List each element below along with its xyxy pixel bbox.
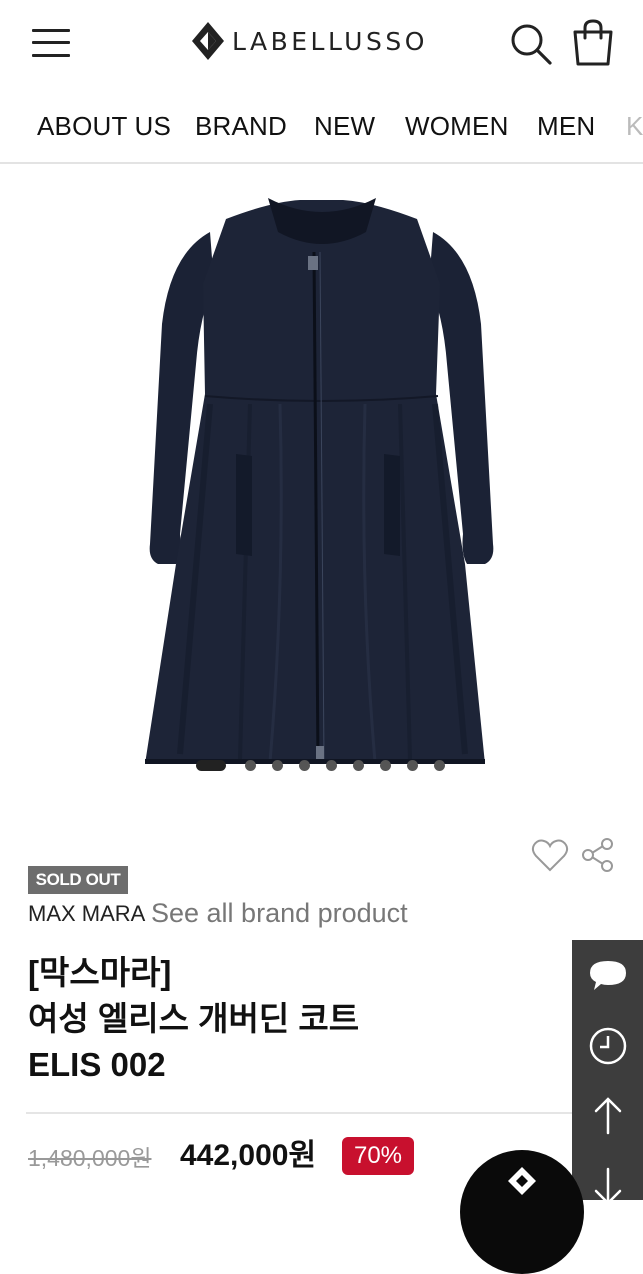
logo-text: LABELLUSSO xyxy=(232,26,428,56)
nav-item-new[interactable]: NEW xyxy=(314,100,375,152)
nav-item-men[interactable]: MEN xyxy=(537,100,595,152)
sold-out-badge: SOLD OUT xyxy=(28,866,128,894)
arrow-up-icon xyxy=(594,1097,622,1135)
product-title-line: ELIS 002 xyxy=(28,1046,166,1083)
site-logo[interactable]: LABELLUSSO xyxy=(190,20,428,62)
logo-diamond-icon xyxy=(508,1167,536,1195)
nav-item-brand[interactable]: BRAND xyxy=(195,100,287,152)
shopping-bag-icon[interactable] xyxy=(570,18,616,68)
nav-item-women[interactable]: WOMEN xyxy=(405,100,509,152)
share-icon[interactable] xyxy=(580,836,616,874)
gallery-dot[interactable] xyxy=(380,760,391,771)
original-price: 1,480,000원 xyxy=(28,1145,152,1171)
gallery-dot[interactable] xyxy=(407,760,418,771)
floating-action-button[interactable] xyxy=(460,1150,584,1274)
discount-badge: 70% xyxy=(342,1137,414,1175)
brand-name: MAX MARA xyxy=(28,901,146,926)
main-nav: ABOUT US BRAND NEW WOMEN MEN K xyxy=(0,100,643,152)
site-header: LABELLUSSO xyxy=(0,0,643,85)
product-title-line: [막스마라] xyxy=(28,954,172,991)
gallery-dot[interactable] xyxy=(434,760,445,771)
chat-bubble-icon xyxy=(590,961,626,990)
gallery-dot[interactable] xyxy=(272,760,283,771)
clock-icon xyxy=(589,1027,627,1065)
search-icon[interactable] xyxy=(508,21,554,67)
hamburger-menu-icon[interactable] xyxy=(32,27,70,59)
scroll-top-button[interactable] xyxy=(572,1080,643,1150)
nav-item-partial[interactable]: K xyxy=(626,100,643,152)
gallery-dot[interactable] xyxy=(326,760,337,771)
gallery-dot-active[interactable] xyxy=(196,760,226,771)
see-all-brand-link[interactable]: See all brand product xyxy=(151,897,408,929)
heart-icon[interactable] xyxy=(530,836,570,874)
arrow-down-icon xyxy=(594,1167,622,1205)
product-image[interactable] xyxy=(0,164,643,804)
price-divider xyxy=(26,1112,586,1114)
gallery-dot[interactable] xyxy=(299,760,310,771)
sale-price: 442,000원 xyxy=(180,1139,317,1172)
product-title: [막스마라] 여성 엘리스 개버딘 코트 ELIS 002 xyxy=(28,950,359,1088)
recent-history-button[interactable] xyxy=(572,1010,643,1080)
product-title-line: 여성 엘리스 개버딘 코트 xyxy=(28,1000,360,1037)
quick-sidebar xyxy=(572,940,643,1205)
gallery-dot[interactable] xyxy=(245,760,256,771)
gallery-dot[interactable] xyxy=(353,760,364,771)
chat-button[interactable] xyxy=(572,940,643,1010)
nav-item-about-us[interactable]: ABOUT US xyxy=(37,100,171,152)
logo-diamond-icon xyxy=(192,22,224,60)
